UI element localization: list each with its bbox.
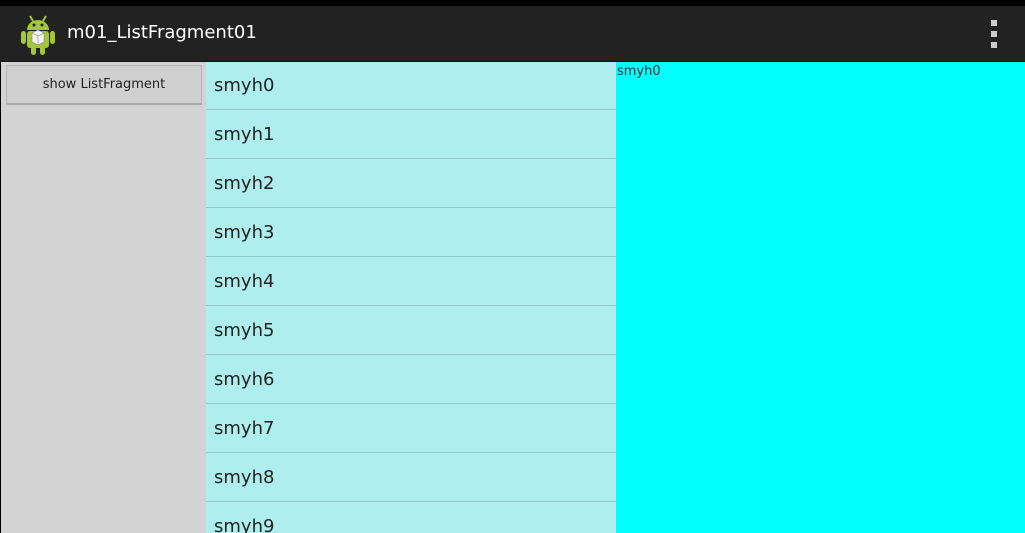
list-item[interactable]: smyh1 <box>206 110 616 159</box>
detail-pane: smyh0 <box>616 62 1025 533</box>
list-item[interactable]: smyh9 <box>206 502 616 533</box>
list-item[interactable]: smyh0 <box>206 62 616 110</box>
left-pane: show ListFragment <box>1 62 205 533</box>
app-title: m01_ListFragment01 <box>67 22 257 43</box>
android-robot-icon[interactable] <box>18 12 58 56</box>
overflow-menu-icon[interactable] <box>983 20 1005 48</box>
list-fragment[interactable]: smyh0 smyh1 smyh2 smyh3 smyh4 smyh5 smyh… <box>206 62 616 533</box>
list-item[interactable]: smyh2 <box>206 159 616 208</box>
detail-text: smyh0 <box>617 64 661 79</box>
action-bar: m01_ListFragment01 <box>0 6 1025 62</box>
show-listfragment-button[interactable]: show ListFragment <box>6 65 202 105</box>
list-item[interactable]: smyh6 <box>206 355 616 404</box>
list-item[interactable]: smyh3 <box>206 208 616 257</box>
list-item[interactable]: smyh4 <box>206 257 616 306</box>
list-item[interactable]: smyh5 <box>206 306 616 355</box>
list-item[interactable]: smyh7 <box>206 404 616 453</box>
list-item[interactable]: smyh8 <box>206 453 616 502</box>
content-area: show ListFragment smyh0 smyh1 smyh2 smyh… <box>1 62 1025 533</box>
